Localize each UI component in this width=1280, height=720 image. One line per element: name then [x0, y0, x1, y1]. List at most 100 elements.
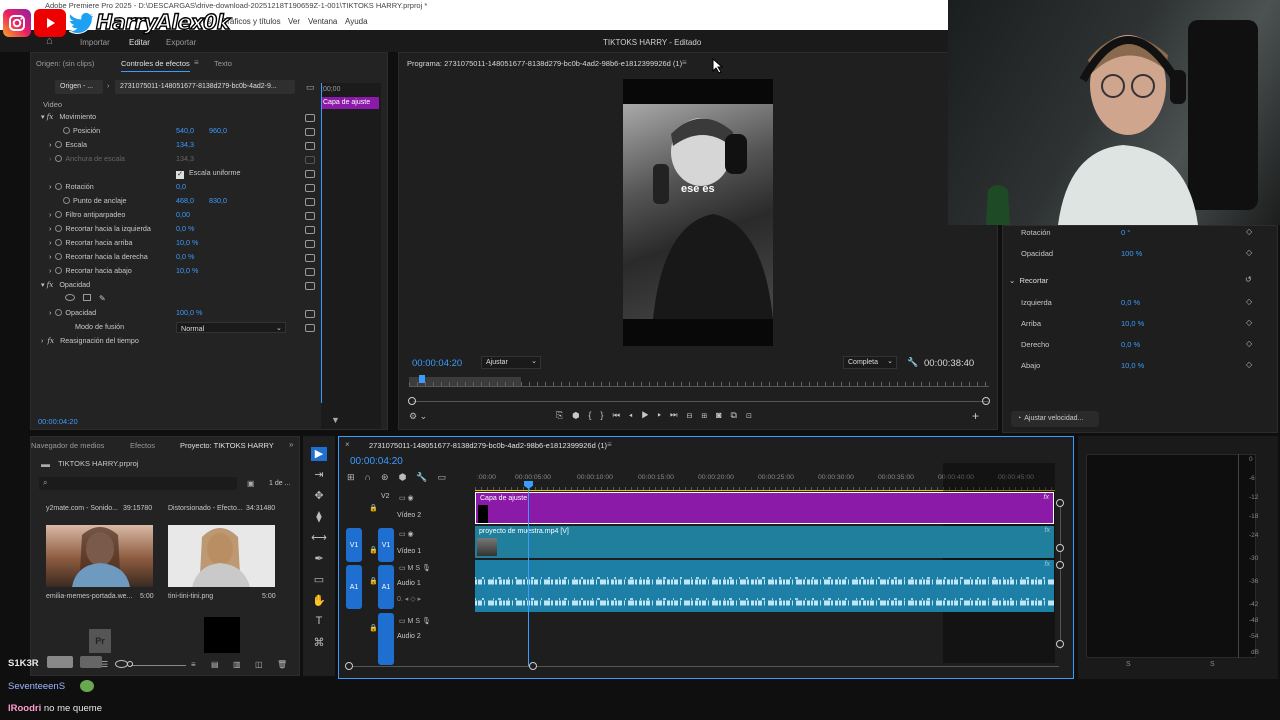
program-timecode[interactable]: 00:00:04:20	[412, 358, 462, 369]
camera-icon[interactable]: ◙	[716, 410, 730, 420]
reset-icon[interactable]	[305, 310, 315, 318]
crop-top-value[interactable]: 10,0 %	[176, 238, 198, 247]
stopwatch-icon[interactable]	[55, 183, 63, 190]
reset-icon[interactable]: ↺	[1245, 275, 1252, 284]
item-name-1[interactable]: y2mate.com - Sonido...	[46, 505, 118, 512]
stopwatch-icon[interactable]	[55, 225, 63, 232]
position-x-value[interactable]: 540,0	[176, 126, 194, 135]
prop-section-crop[interactable]: ⌄ Recortar	[1009, 276, 1048, 285]
razor-tool-icon[interactable]: ⧫	[311, 510, 327, 524]
timeline-playhead-line[interactable]	[528, 489, 529, 667]
v-scroll-handle[interactable]	[1056, 544, 1064, 552]
clip-adjustment-layer[interactable]: Capa de ajuste fx	[475, 492, 1054, 524]
captions-icon[interactable]: ▭	[438, 472, 457, 482]
multicam-icon[interactable]: ⊡	[746, 410, 761, 420]
ripple-edit-tool-icon[interactable]: ✥	[311, 489, 327, 503]
clip-selector[interactable]: 2731075011-148051677-8138d279-bc0b-4ad2-…	[115, 80, 295, 94]
effect-row-reasignacion[interactable]: › fx Reasignación del tiempo	[41, 336, 321, 350]
overwrite-icon[interactable]: ⊞	[701, 410, 716, 420]
thumbnail-black[interactable]	[204, 617, 240, 653]
thumbnail-emilia[interactable]	[46, 525, 153, 587]
prop-value-top[interactable]: 10,0 %	[1121, 319, 1144, 328]
item-name-2[interactable]: Distorsionado - Efecto...	[168, 505, 243, 512]
effect-row-crop-right[interactable]: › Recortar hacia la derecha 0,0 %	[49, 252, 321, 266]
generative-tool-icon[interactable]: ⌘	[311, 636, 327, 650]
lock-icon[interactable]: 🔒	[369, 504, 378, 512]
timeline-timecode[interactable]: 00:00:04:20	[350, 456, 403, 467]
track-target-v1[interactable]: V1	[378, 528, 394, 562]
tab-project[interactable]: Proyecto: TIKTOKS HARRY	[180, 441, 274, 450]
opacity-value[interactable]: 100,0 %	[176, 308, 202, 317]
prop-value-right[interactable]: 0,0 %	[1121, 340, 1140, 349]
clip-video-main[interactable]: proyecto de muestra.mp4 [V] fx	[475, 526, 1054, 558]
track-select-tool-icon[interactable]: ⇥	[311, 468, 327, 482]
tab-effects[interactable]: Efectos	[130, 441, 155, 450]
source-patch-v1[interactable]: V1	[346, 528, 362, 562]
prop-value-opacity[interactable]: 100 %	[1121, 249, 1142, 258]
reset-icon[interactable]	[305, 212, 315, 220]
add-button-icon[interactable]: +	[972, 409, 979, 423]
quality-select[interactable]: Completa ⌄	[843, 356, 897, 369]
linked-select-icon[interactable]: ⊛	[381, 472, 399, 482]
timeline-horizontal-scrollbar[interactable]	[349, 666, 1059, 667]
keyframe-diamond-icon[interactable]: ◇	[1246, 360, 1252, 369]
reset-icon[interactable]	[305, 324, 315, 332]
effect-row-crop-top[interactable]: › Recortar hacia arriba 10,0 %	[49, 238, 321, 252]
mute-solo-icon[interactable]: ▭ M S 🎙	[399, 617, 431, 625]
thumbnail-tini[interactable]	[168, 525, 275, 587]
effect-row-crop-left[interactable]: › Recortar hacia la izquierda 0,0 %	[49, 224, 321, 238]
snap-icon[interactable]: ∩	[365, 472, 381, 482]
timeline-settings-icon[interactable]: 🔧	[416, 472, 437, 482]
video-preview[interactable]: ese es	[623, 79, 773, 346]
new-bin-icon[interactable]: ▣	[247, 479, 255, 488]
checkbox-checked-icon[interactable]: ✓	[176, 171, 184, 179]
stopwatch-icon[interactable]	[55, 309, 63, 316]
step-forward-icon[interactable]: ▸	[658, 410, 670, 420]
effect-row-movimiento[interactable]: ▾ fx Movimiento	[41, 112, 321, 126]
stopwatch-icon[interactable]	[55, 239, 63, 246]
menu-item-ventana[interactable]: Ventana	[308, 17, 337, 26]
lock-icon[interactable]: 🔒	[369, 577, 378, 585]
lock-icon[interactable]: 🔒	[369, 624, 378, 632]
stopwatch-icon[interactable]	[63, 127, 70, 134]
toggle-output-icon[interactable]: ▭ ◉	[399, 530, 414, 538]
lock-icon[interactable]: 🔒	[369, 546, 378, 554]
reset-icon[interactable]	[305, 254, 315, 262]
mute-solo-icon[interactable]: ▭ M S 🎙	[399, 564, 431, 572]
tab-source[interactable]: Origen: (sin clips)	[36, 59, 94, 68]
keyframe-diamond-icon[interactable]: ◇	[1246, 227, 1252, 236]
more-tabs-icon[interactable]: »	[289, 440, 293, 449]
wrench-icon[interactable]: 🔧	[907, 357, 918, 368]
tab-media-browser[interactable]: Navegador de medios	[31, 441, 104, 450]
compare-icon[interactable]: ⧉	[731, 410, 746, 420]
toggle-sync-icon[interactable]: ▭ ◉	[399, 494, 414, 502]
keyframe-diamond-icon[interactable]: ◇	[1246, 297, 1252, 306]
stopwatch-icon[interactable]	[55, 267, 63, 274]
prop-value-rotation[interactable]: 0 °	[1121, 228, 1130, 237]
reset-icon[interactable]	[305, 226, 315, 234]
reset-icon[interactable]	[305, 240, 315, 248]
mark-out-icon[interactable]: }	[600, 410, 612, 420]
mini-playhead[interactable]	[321, 83, 322, 403]
mini-clip-adjust[interactable]: Capa de ajuste	[321, 97, 379, 109]
effect-row-posicion[interactable]: Posición 540,0 960,0	[63, 126, 321, 140]
fx-badge-icon[interactable]: fx	[1044, 494, 1049, 501]
reset-icon[interactable]	[305, 282, 315, 290]
effect-row-modo-fusion[interactable]: Modo de fusión Normal ⌄	[75, 322, 321, 336]
prop-value-bottom[interactable]: 10,0 %	[1121, 361, 1144, 370]
solo-left-button[interactable]: S	[1126, 661, 1131, 668]
reset-icon[interactable]	[305, 268, 315, 276]
panel-menu-icon[interactable]: ≡	[194, 58, 199, 67]
scale-value[interactable]: 134,3	[176, 140, 194, 149]
clip-audio-main[interactable]: fx	[475, 560, 1054, 612]
effect-row-opacidad-group[interactable]: ▾ fx Opacidad	[41, 280, 321, 294]
selection-tool-icon[interactable]: ▶	[311, 447, 327, 461]
add-marker-icon[interactable]: ⬢	[399, 472, 417, 482]
filter-icon[interactable]: ▼	[331, 415, 340, 425]
crop-left-value[interactable]: 0,0 %	[176, 224, 194, 233]
rectangle-tool-icon[interactable]: ▭	[311, 573, 327, 587]
zoom-handle-left[interactable]	[408, 397, 416, 405]
solo-right-button[interactable]: S	[1210, 661, 1215, 668]
stopwatch-icon[interactable]	[55, 253, 63, 260]
stopwatch-icon[interactable]	[55, 141, 63, 148]
